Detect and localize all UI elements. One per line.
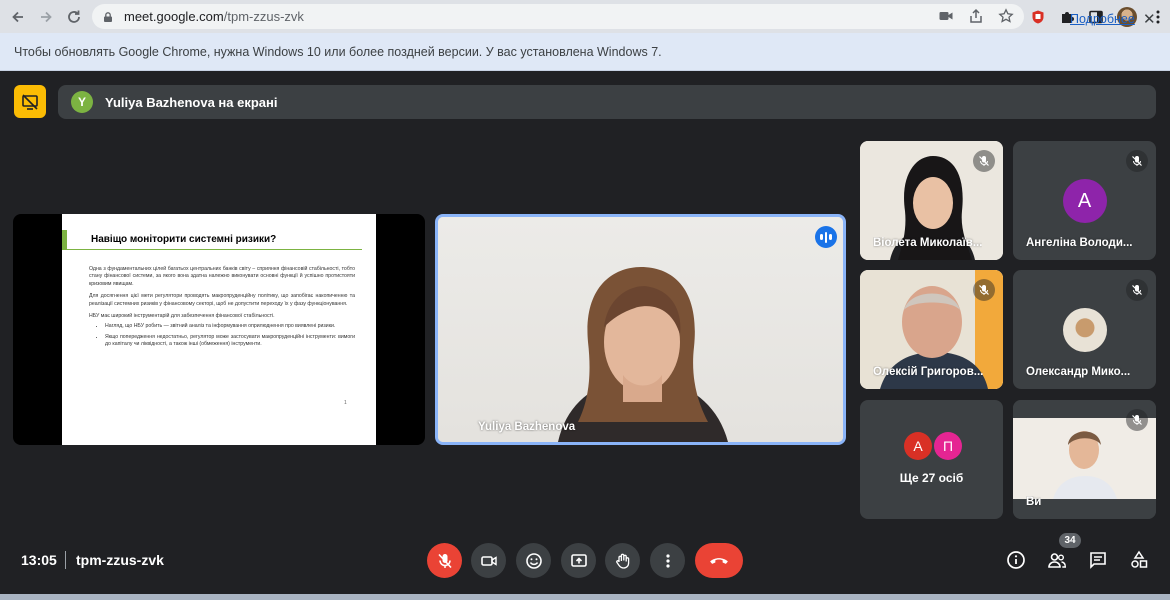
main-speaker-tile[interactable]: Yuliya Bazhenova	[435, 214, 846, 445]
lock-icon	[104, 11, 112, 22]
address-bar[interactable]: meet.google.com/tpm-zzus-zvk	[92, 4, 1024, 29]
emoji-icon	[525, 552, 542, 569]
mic-off-icon	[1132, 156, 1142, 166]
slide-bullet: Нагляд, що НБУ робить — звітний аналіз т…	[105, 323, 355, 330]
reload-button[interactable]	[60, 3, 88, 31]
slide-bullet: Якщо попередження недостатньо, регулятор…	[105, 334, 355, 349]
os-taskbar-edge	[0, 594, 1170, 600]
forward-button[interactable]	[32, 3, 60, 31]
participant-tile[interactable]: Олександр Мико...	[1013, 270, 1156, 389]
meeting-details-button[interactable]	[1003, 547, 1029, 573]
slide-paragraph: Для досягнення цієї мети регулятори пров…	[89, 293, 355, 307]
chat-icon	[1090, 552, 1106, 569]
participant-tile[interactable]: Віолета Миколаїв...	[860, 141, 1003, 260]
microphone-toggle-button[interactable]	[427, 543, 462, 578]
speaker-video	[558, 267, 728, 442]
participant-name: Віолета Миколаїв...	[873, 237, 983, 249]
participant-name: Ви	[1026, 496, 1042, 508]
more-participants-tile[interactable]: А П Ще 27 осіб	[860, 400, 1003, 519]
participant-tile[interactable]: A Ангеліна Володи...	[1013, 141, 1156, 260]
leave-call-button[interactable]	[695, 543, 743, 578]
slide-paragraph: Одна з фундаментальних цілей багатьох це…	[89, 266, 355, 287]
more-participants-label: Ще 27 осіб	[899, 471, 964, 485]
present-to-all-icon	[570, 553, 587, 567]
slide-paragraph: НБУ має широкий інструментарій для забез…	[89, 313, 275, 320]
update-info-bar: Чтобы обновлять Google Chrome, нужна Win…	[0, 33, 1170, 71]
more-vert-icon	[665, 553, 670, 568]
muted-mic-badge	[1126, 279, 1148, 301]
call-end-icon	[710, 557, 728, 564]
info-icon	[1007, 551, 1025, 569]
info-bar-message: Чтобы обновлять Google Chrome, нужна Win…	[14, 44, 662, 59]
muted-mic-badge	[1126, 150, 1148, 172]
mic-off-icon	[979, 156, 989, 166]
presentation-slide: Навіщо моніторити системні ризики? Одна …	[62, 214, 376, 445]
bookmark-star-icon[interactable]	[998, 8, 1014, 24]
activities-button[interactable]	[1126, 547, 1152, 573]
reactions-button[interactable]	[516, 543, 551, 578]
self-view-tile[interactable]: Ви	[1013, 400, 1156, 519]
participant-name: Олексій Григоров...	[873, 366, 984, 378]
meeting-time: 13:05	[21, 552, 57, 568]
participant-photo-avatar	[1062, 308, 1107, 352]
chat-button[interactable]	[1085, 547, 1111, 573]
show-everyone-button[interactable]	[1044, 547, 1070, 573]
slide-body: Одна з фундаментальних цілей багатьох це…	[89, 266, 355, 352]
participant-name: Ангеліна Володи...	[1026, 237, 1133, 249]
share-icon[interactable]	[968, 8, 984, 24]
url-path: /tpm-zzus-zvk	[223, 9, 304, 24]
mic-off-icon	[437, 553, 452, 568]
shield-extension-icon[interactable]	[1030, 9, 1046, 25]
slide-title: Навіщо моніторити системні ризики?	[62, 230, 362, 250]
presenter-avatar: Y	[71, 91, 93, 113]
slide-page-mark: 1	[344, 400, 347, 406]
participant-avatar: П	[934, 432, 962, 460]
mic-off-icon	[1132, 415, 1142, 425]
people-icon	[1048, 553, 1067, 568]
videocam-icon	[480, 555, 497, 566]
people-count-badge: 34	[1059, 533, 1081, 548]
speaker-name: Yuliya Bazhenova	[478, 421, 576, 433]
muted-mic-badge	[973, 279, 995, 301]
stop-presenting-button[interactable]	[14, 85, 46, 118]
camera-in-use-icon[interactable]	[938, 8, 954, 24]
speaking-indicator	[815, 226, 837, 248]
muted-mic-badge	[1126, 409, 1148, 431]
participant-avatar: A	[1062, 179, 1107, 223]
presenting-banner: Y Yuliya Bazhenova на екрані	[58, 85, 1156, 119]
arrow-left-icon	[12, 11, 23, 23]
browser-toolbar: meet.google.com/tpm-zzus-zvk	[0, 0, 1170, 33]
learn-more-link[interactable]: Подробнее	[1070, 12, 1135, 26]
presentation-tile[interactable]: Навіщо моніторити системні ризики? Одна …	[13, 214, 425, 445]
shapes-icon	[1131, 550, 1148, 568]
hand-icon	[615, 553, 629, 569]
presentation-off-icon	[22, 93, 38, 110]
camera-toggle-button[interactable]	[471, 543, 506, 578]
participant-avatar: А	[904, 432, 932, 460]
muted-mic-badge	[973, 150, 995, 172]
back-button[interactable]	[4, 3, 32, 31]
participant-tile[interactable]: Олексій Григоров...	[860, 270, 1003, 389]
url-host: meet.google.com	[124, 9, 224, 24]
presenting-text: Yuliya Bazhenova на екрані	[105, 94, 278, 110]
more-options-button[interactable]	[650, 543, 685, 578]
reload-icon	[68, 10, 80, 23]
participant-name: Олександр Мико...	[1026, 366, 1131, 378]
present-screen-button[interactable]	[561, 543, 596, 578]
raise-hand-button[interactable]	[605, 543, 640, 578]
info-bar-close-icon[interactable]: ✕	[1143, 10, 1156, 28]
meeting-code: tpm-zzus-zvk	[76, 552, 164, 568]
mic-off-icon	[979, 285, 989, 295]
divider	[65, 551, 66, 569]
mic-off-icon	[1132, 285, 1142, 295]
arrow-right-icon	[41, 11, 52, 23]
